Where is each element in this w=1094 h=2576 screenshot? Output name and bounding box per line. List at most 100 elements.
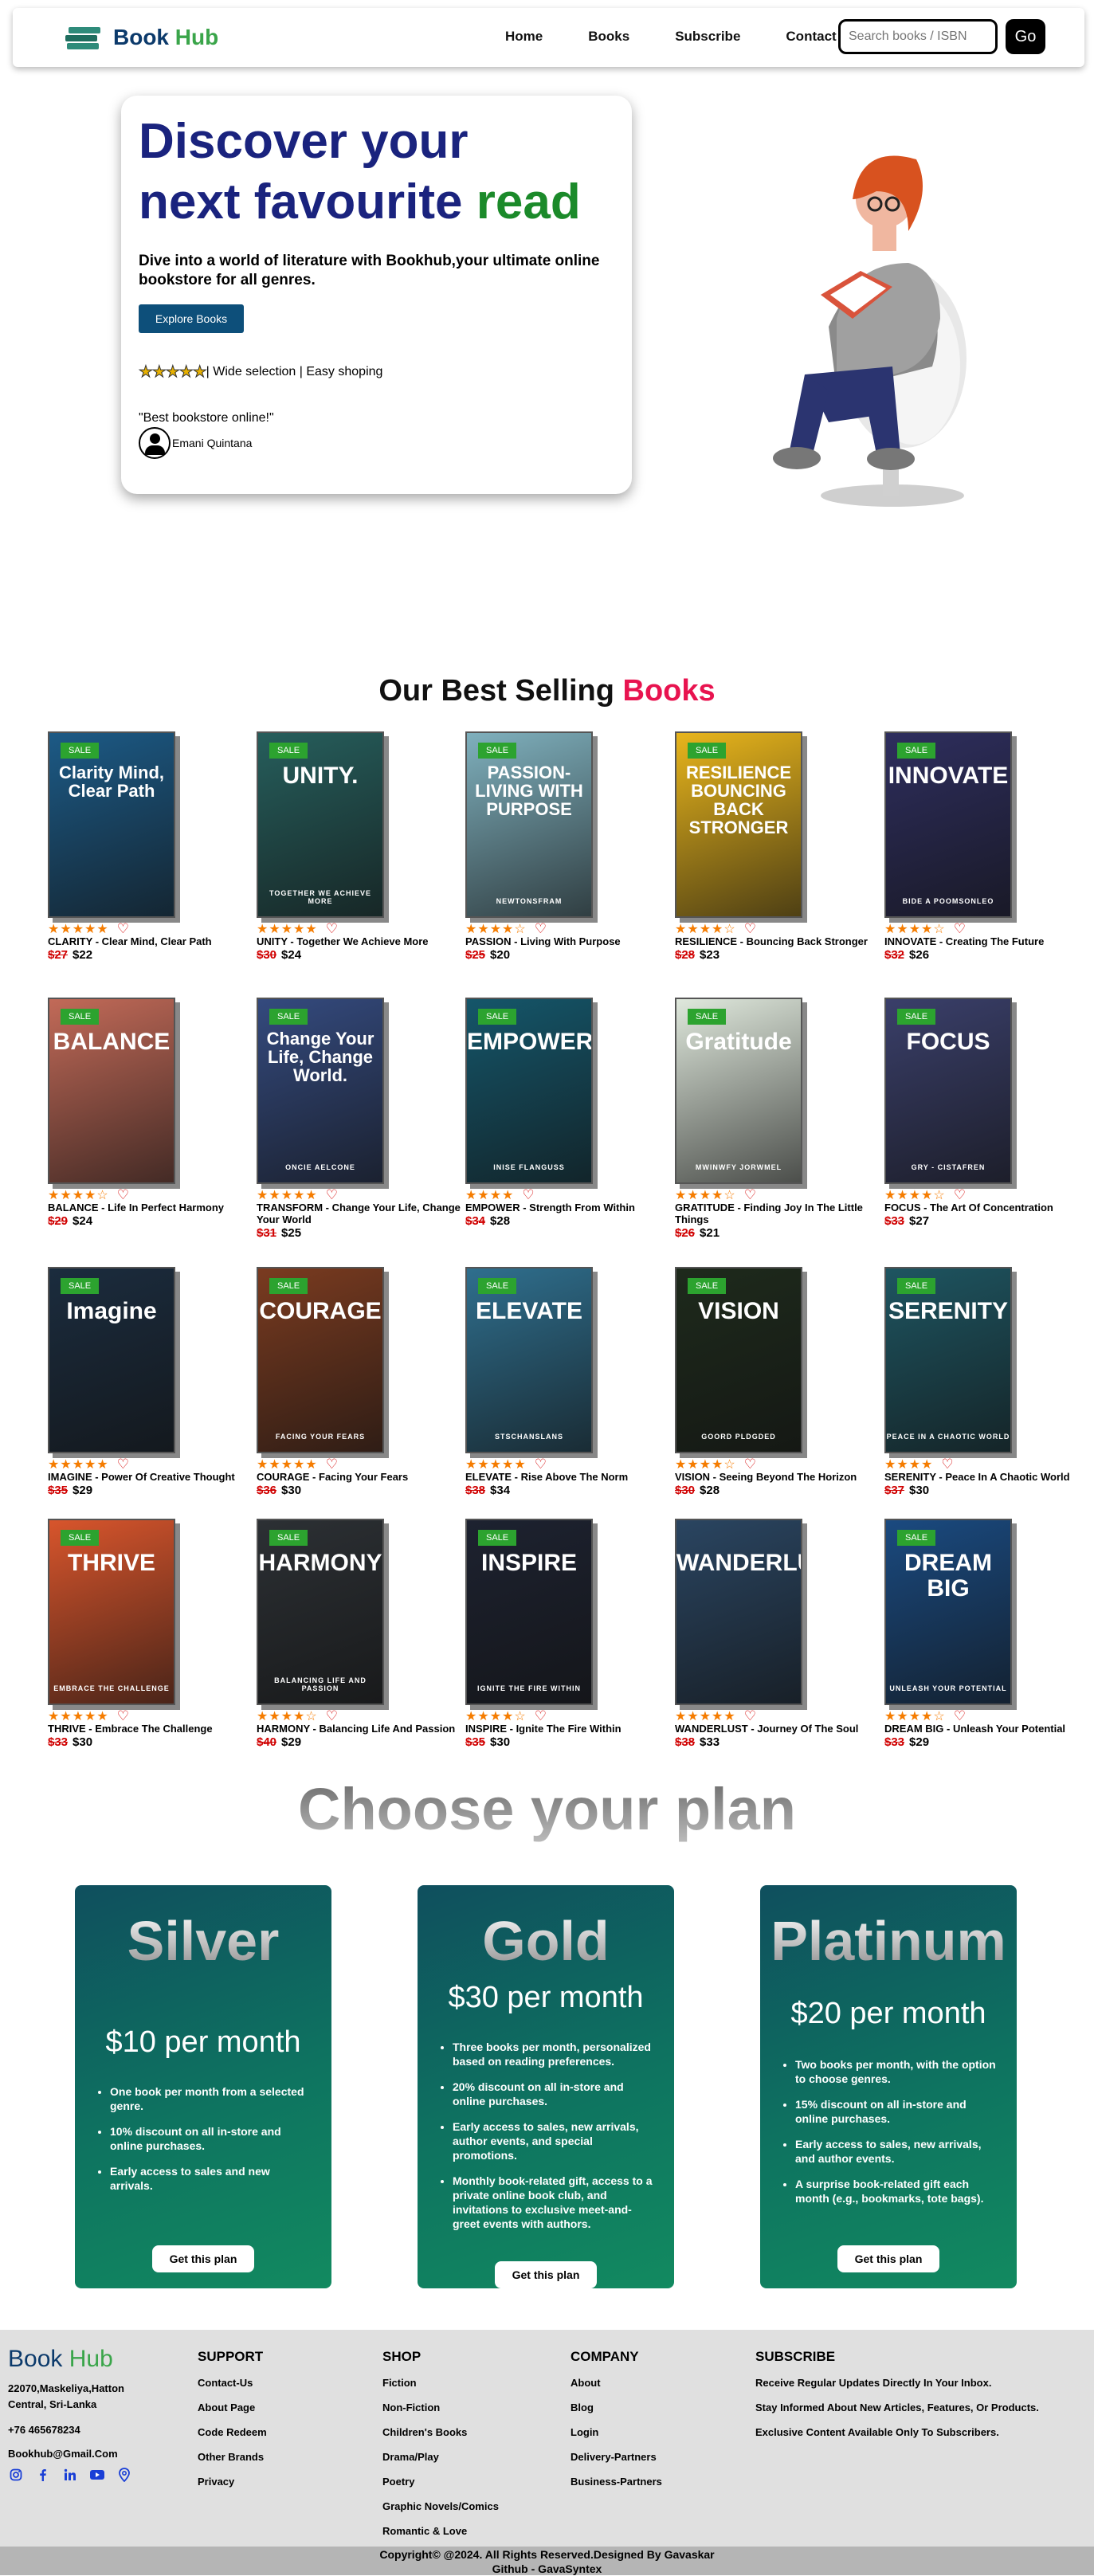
book-title[interactable]: BALANCE - Life In Perfect Harmony bbox=[48, 1202, 255, 1214]
nav-home[interactable]: Home bbox=[505, 29, 543, 45]
book-cover[interactable]: INSPIRE IGNITE THE FIRE WITHIN SALE bbox=[465, 1519, 593, 1705]
wishlist-heart-icon[interactable]: ♡ bbox=[326, 1708, 338, 1724]
book-title[interactable]: DREAM BIG - Unleash Your Potential bbox=[884, 1723, 1092, 1735]
book-cover[interactable]: THRIVE EMBRACE THE CHALLENGE SALE bbox=[48, 1519, 175, 1705]
get-plan-button[interactable]: Get this plan bbox=[495, 2261, 597, 2288]
book-card[interactable]: DREAM BIG UNLEASH YOUR POTENTIAL SALE ★★★★☆… bbox=[884, 1519, 1084, 1774]
facebook-icon[interactable] bbox=[35, 2467, 51, 2483]
book-card[interactable]: EMPOWER INISE FLANGUSS SALE ★★★★ ♡ EMPOWER - … bbox=[465, 998, 665, 1253]
location-pin-icon[interactable] bbox=[116, 2467, 132, 2483]
wishlist-heart-icon[interactable]: ♡ bbox=[535, 921, 547, 937]
book-cover[interactable]: Imagine SALE bbox=[48, 1267, 175, 1453]
book-card[interactable]: Change Your Life, Change World. ONCIE AEL… bbox=[257, 998, 461, 1253]
logo[interactable]: Book Hub bbox=[62, 22, 218, 53]
book-cover[interactable]: EMPOWER INISE FLANGUSS SALE bbox=[465, 998, 593, 1184]
footer-link[interactable]: Business-Partners bbox=[571, 2475, 662, 2488]
book-cover[interactable]: RESILIENCE BOUNCING BACK STRONGER SALE bbox=[675, 731, 802, 918]
book-cover[interactable]: FOCUS GRY - CISTAFREN SALE bbox=[884, 998, 1012, 1184]
footer-brand[interactable]: Book Hub bbox=[8, 2346, 113, 2373]
book-title[interactable]: GRATITUDE - Finding Joy In The Little Th… bbox=[675, 1202, 882, 1225]
explore-books-button[interactable]: Explore Books bbox=[139, 304, 244, 333]
footer-link[interactable]: About bbox=[571, 2376, 662, 2390]
wishlist-heart-icon[interactable]: ♡ bbox=[941, 1457, 953, 1472]
book-title[interactable]: SERENITY - Peace In A Chaotic World bbox=[884, 1471, 1092, 1483]
book-title[interactable]: UNITY - Together We Achieve More bbox=[257, 935, 464, 947]
wishlist-heart-icon[interactable]: ♡ bbox=[535, 1708, 547, 1724]
footer-link[interactable]: Fiction bbox=[382, 2376, 499, 2390]
book-card[interactable]: BALANCE SALE ★★★★☆ ♡ BALANCE - Life In Perfe… bbox=[48, 998, 247, 1253]
book-card[interactable]: Imagine SALE ★★★★★ ♡ IMAGINE - Power Of Crea… bbox=[48, 1267, 247, 1522]
footer-link[interactable]: Drama/Play bbox=[382, 2450, 499, 2464]
book-card[interactable]: RESILIENCE BOUNCING BACK STRONGER SALE ★★★… bbox=[675, 731, 874, 986]
wishlist-heart-icon[interactable]: ♡ bbox=[117, 921, 129, 937]
search-go-button[interactable]: Go bbox=[1006, 19, 1045, 54]
get-plan-button[interactable]: Get this plan bbox=[837, 2245, 939, 2272]
youtube-icon[interactable] bbox=[89, 2467, 105, 2483]
footer-link[interactable]: Privacy bbox=[198, 2475, 267, 2488]
footer-link[interactable]: About Page bbox=[198, 2401, 267, 2414]
wishlist-heart-icon[interactable]: ♡ bbox=[744, 1187, 756, 1203]
book-cover[interactable]: VISION GOORD PLDGDED SALE bbox=[675, 1267, 802, 1453]
book-card[interactable]: HARMONY BALANCING LIFE AND PASSION SALE ★★★… bbox=[257, 1519, 456, 1774]
footer-link[interactable]: Romantic & Love bbox=[382, 2524, 499, 2538]
book-cover[interactable]: SERENITY PEACE IN A CHAOTIC WORLD SALE bbox=[884, 1267, 1012, 1453]
book-title[interactable]: THRIVE - Embrace The Challenge bbox=[48, 1723, 255, 1735]
book-card[interactable]: ELEVATE STSCHANSLANS SALE ★★★★★ ♡ ELEVATE - R… bbox=[465, 1267, 665, 1522]
wishlist-heart-icon[interactable]: ♡ bbox=[744, 1457, 756, 1472]
book-title[interactable]: INNOVATE - Creating The Future bbox=[884, 935, 1092, 947]
wishlist-heart-icon[interactable]: ♡ bbox=[954, 921, 966, 937]
search-input[interactable] bbox=[838, 19, 998, 54]
wishlist-heart-icon[interactable]: ♡ bbox=[326, 1187, 338, 1203]
footer-link[interactable]: Blog bbox=[571, 2401, 662, 2414]
book-cover[interactable]: UNITY. TOGETHER WE ACHIEVE MORE SALE bbox=[257, 731, 384, 918]
instagram-icon[interactable] bbox=[8, 2467, 24, 2483]
get-plan-button[interactable]: Get this plan bbox=[152, 2245, 254, 2272]
book-card[interactable]: SERENITY PEACE IN A CHAOTIC WORLD SALE ★★★★… bbox=[884, 1267, 1084, 1522]
wishlist-heart-icon[interactable]: ♡ bbox=[744, 1708, 756, 1724]
footer-link[interactable]: Graphic Novels/Comics bbox=[382, 2500, 499, 2513]
wishlist-heart-icon[interactable]: ♡ bbox=[535, 1457, 547, 1472]
book-cover[interactable]: INNOVATE BIDE A POOMSONLEO SALE bbox=[884, 731, 1012, 918]
footer-email[interactable]: Bookhub@Gmail.Com bbox=[8, 2448, 118, 2460]
footer-link[interactable]: Contact-Us bbox=[198, 2376, 267, 2390]
footer-link[interactable]: Code Redeem bbox=[198, 2425, 267, 2439]
linkedin-icon[interactable] bbox=[62, 2467, 78, 2483]
book-card[interactable]: PASSION-LIVING WITH PURPOSE NEWTONSFRAM SA… bbox=[465, 731, 665, 986]
book-card[interactable]: INSPIRE IGNITE THE FIRE WITHIN SALE ★★★★☆ ♡ I… bbox=[465, 1519, 665, 1774]
book-card[interactable]: COURAGE FACING YOUR FEARS SALE ★★★★★ ♡ COURAG… bbox=[257, 1267, 456, 1522]
book-card[interactable]: Gratitude MWINWFY JORWMEL SALE ★★★★☆ ♡ GRATIT… bbox=[675, 998, 874, 1253]
wishlist-heart-icon[interactable]: ♡ bbox=[522, 1187, 534, 1203]
footer-link[interactable]: Children's Books bbox=[382, 2425, 499, 2439]
wishlist-heart-icon[interactable]: ♡ bbox=[954, 1708, 966, 1724]
book-card[interactable]: INNOVATE BIDE A POOMSONLEO SALE ★★★★☆ ♡ INNOV… bbox=[884, 731, 1084, 986]
wishlist-heart-icon[interactable]: ♡ bbox=[326, 1457, 338, 1472]
book-title[interactable]: PASSION - Living With Purpose bbox=[465, 935, 672, 947]
footer-link[interactable]: Non-Fiction bbox=[382, 2401, 499, 2414]
wishlist-heart-icon[interactable]: ♡ bbox=[117, 1187, 129, 1203]
book-card[interactable]: THRIVE EMBRACE THE CHALLENGE SALE ★★★★★ ♡ THR… bbox=[48, 1519, 247, 1774]
footer-link[interactable]: Delivery-Partners bbox=[571, 2450, 662, 2464]
book-cover[interactable]: Clarity Mind, Clear Path SALE bbox=[48, 731, 175, 918]
book-title[interactable]: TRANSFORM - Change Your Life, Change You… bbox=[257, 1202, 464, 1225]
wishlist-heart-icon[interactable]: ♡ bbox=[744, 921, 756, 937]
wishlist-heart-icon[interactable]: ♡ bbox=[326, 921, 338, 937]
book-cover[interactable]: Gratitude MWINWFY JORWMEL SALE bbox=[675, 998, 802, 1184]
book-cover[interactable]: BALANCE SALE bbox=[48, 998, 175, 1184]
wishlist-heart-icon[interactable]: ♡ bbox=[954, 1187, 966, 1203]
footer-link[interactable]: Login bbox=[571, 2425, 662, 2439]
nav-subscribe[interactable]: Subscribe bbox=[675, 29, 740, 45]
book-title[interactable]: COURAGE - Facing Your Fears bbox=[257, 1471, 464, 1483]
book-title[interactable]: IMAGINE - Power Of Creative Thought bbox=[48, 1471, 255, 1483]
book-card[interactable]: FOCUS GRY - CISTAFREN SALE ★★★★☆ ♡ FOCUS - Th… bbox=[884, 998, 1084, 1253]
book-cover[interactable]: Change Your Life, Change World. ONCIE AEL… bbox=[257, 998, 384, 1184]
book-cover[interactable]: WANDERLUST bbox=[675, 1519, 802, 1705]
book-card[interactable]: Clarity Mind, Clear Path SALE ★★★★★ ♡ CLARIT… bbox=[48, 731, 247, 986]
book-title[interactable]: RESILIENCE - Bouncing Back Stronger bbox=[675, 935, 882, 947]
book-title[interactable]: VISION - Seeing Beyond The Horizon bbox=[675, 1471, 882, 1483]
book-title[interactable]: WANDERLUST - Journey Of The Soul bbox=[675, 1723, 882, 1735]
book-cover[interactable]: ELEVATE STSCHANSLANS SALE bbox=[465, 1267, 593, 1453]
footer-link[interactable]: Other Brands bbox=[198, 2450, 267, 2464]
book-cover[interactable]: COURAGE FACING YOUR FEARS SALE bbox=[257, 1267, 384, 1453]
book-title[interactable]: INSPIRE - Ignite The Fire Within bbox=[465, 1723, 672, 1735]
book-cover[interactable]: PASSION-LIVING WITH PURPOSE NEWTONSFRAM SA… bbox=[465, 731, 593, 918]
